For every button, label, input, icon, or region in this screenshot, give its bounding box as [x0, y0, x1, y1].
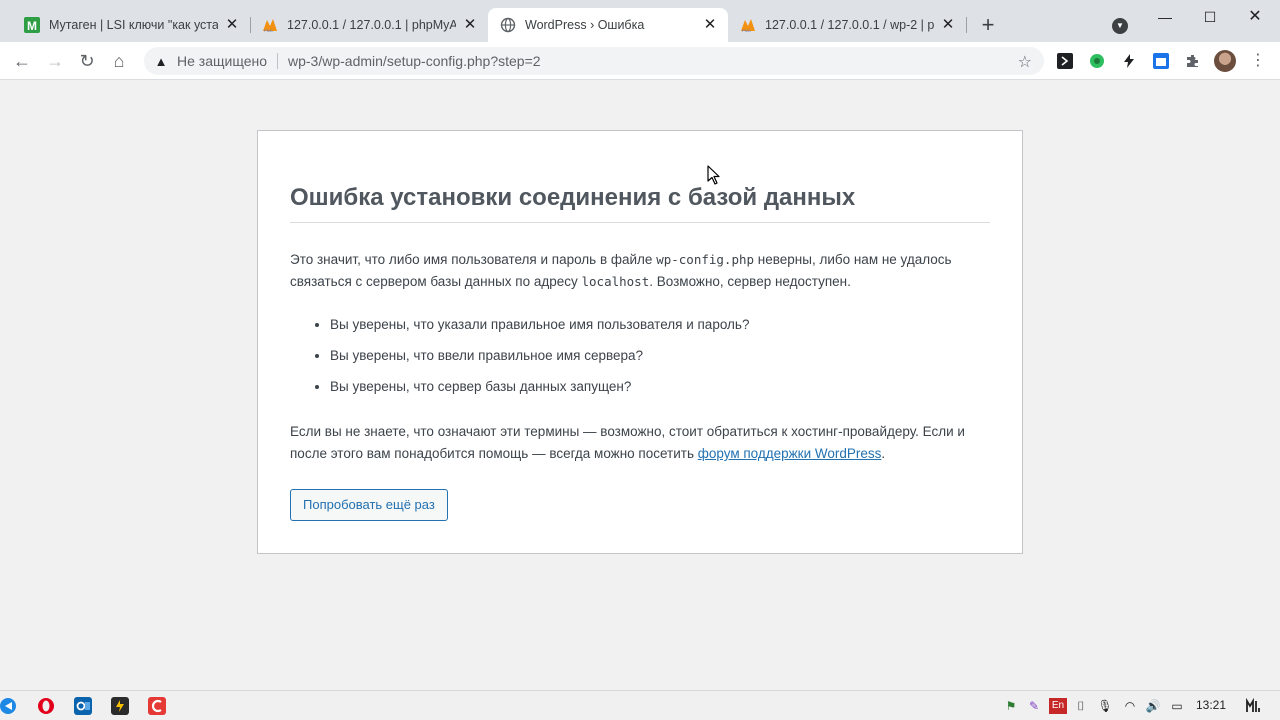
tab-mutagen[interactable]: M Мутаген | LSI ключи "как установить ✕	[12, 8, 251, 42]
outlook-icon[interactable]	[74, 697, 92, 715]
start-icon[interactable]	[0, 697, 18, 715]
description-text: Это значит, что либо имя пользователя и …	[290, 252, 657, 267]
opera-icon[interactable]	[37, 697, 55, 715]
terminal-app-icon[interactable]	[111, 697, 129, 715]
clock: 13:21	[1196, 698, 1227, 712]
minimize-icon[interactable]: —	[1150, 6, 1180, 28]
help-text: .	[881, 446, 886, 461]
home-icon[interactable]: ⌂	[107, 49, 131, 73]
error-description: Это значит, что либо имя пользователя и …	[290, 249, 990, 293]
checklist: Вы уверены, что указали правильное имя п…	[330, 315, 990, 397]
window-extension-icon[interactable]	[1153, 53, 1169, 69]
page-title: Ошибка установки соединения с базой данн…	[290, 184, 990, 223]
page-content: Ошибка установки соединения с базой данн…	[0, 80, 1280, 690]
pen-icon[interactable]: ✎	[1026, 698, 1042, 714]
evernote-icon[interactable]	[1089, 53, 1105, 69]
taskbar: ⚑ ✎ En ⌷ 🎙 ◠ 🔊 ▭ 13:21	[0, 690, 1280, 720]
new-tab-icon[interactable]: +	[976, 14, 1000, 38]
list-item: Вы уверены, что указали правильное имя п…	[330, 315, 990, 335]
close-icon[interactable]: ✕	[224, 17, 240, 33]
reload-icon[interactable]: ↻	[75, 49, 99, 73]
svg-text:PMA: PMA	[264, 28, 273, 33]
tab-wordpress-error[interactable]: WordPress › Ошибка ✕	[488, 8, 728, 42]
tab-strip: M Мутаген | LSI ключи "как установить ✕ …	[0, 0, 1280, 42]
support-forum-link[interactable]: форум поддержки WordPress	[698, 446, 882, 461]
language-indicator[interactable]: En	[1049, 698, 1067, 714]
puzzle-icon[interactable]	[1185, 53, 1201, 69]
tab-separator	[966, 17, 967, 33]
list-item: Вы уверены, что сервер базы данных запущ…	[330, 377, 990, 397]
browser-toolbar: ← → ↻ ⌂ ▲ Не защищено wp-3/wp-admin/setu…	[0, 42, 1280, 80]
back-arrow-icon[interactable]: ←	[10, 49, 34, 73]
tab-title: WordPress › Ошибка	[525, 18, 645, 32]
svg-text:M: M	[27, 19, 37, 33]
lightning-icon[interactable]	[1121, 53, 1137, 69]
wifi-icon[interactable]: ◠	[1122, 698, 1138, 714]
db-host: localhost	[581, 274, 650, 289]
forward-arrow-icon[interactable]: →	[43, 49, 67, 73]
maximize-icon[interactable]: ☐	[1195, 6, 1225, 28]
error-card: Ошибка установки соединения с базой данн…	[257, 130, 1023, 554]
mutagen-icon: M	[24, 17, 40, 33]
description-text: . Возможно, сервер недоступен.	[649, 274, 851, 289]
tab-search-icon[interactable]: ▼	[1112, 18, 1128, 34]
svg-text:PMA: PMA	[742, 28, 751, 33]
flag-icon[interactable]: ⚑	[1003, 698, 1019, 714]
bookmark-star-icon[interactable]: ☆	[1018, 52, 1032, 72]
help-paragraph: Если вы не знаете, что означают эти терм…	[290, 421, 990, 465]
omnibox-divider	[277, 53, 278, 69]
notifications-icon[interactable]	[1245, 698, 1261, 714]
list-item: Вы уверены, что ввели правильное имя сер…	[330, 346, 990, 366]
camtasia-icon[interactable]	[148, 697, 166, 715]
microphone-icon[interactable]: 🎙	[1097, 698, 1113, 714]
warning-triangle-icon[interactable]: ▲	[153, 54, 169, 69]
config-filename: wp-config.php	[656, 252, 755, 267]
close-icon[interactable]: ✕	[462, 17, 478, 33]
usb-icon[interactable]: ⌷	[1073, 698, 1089, 714]
retry-button[interactable]: Попробовать ещё раз	[290, 489, 448, 521]
menu-dots-icon[interactable]: ⋮	[1248, 49, 1268, 73]
tab-title: Мутаген | LSI ключи "как установить	[49, 18, 218, 32]
globe-icon	[500, 17, 516, 33]
tab-title: 127.0.0.1 / 127.0.0.1 / wp-2 | phpMyAdmi…	[765, 18, 934, 32]
window-close-icon[interactable]: ✕	[1240, 6, 1270, 28]
address-bar[interactable]: ▲ Не защищено wp-3/wp-admin/setup-config…	[144, 47, 1044, 75]
close-icon[interactable]: ✕	[702, 17, 718, 33]
tab-title: 127.0.0.1 / 127.0.0.1 | phpMyAdmin	[287, 18, 456, 32]
tab-phpmyadmin-1[interactable]: PMA 127.0.0.1 / 127.0.0.1 | phpMyAdmin ✕	[250, 8, 488, 42]
mouse-cursor-icon	[707, 165, 720, 185]
volume-icon[interactable]: 🔊	[1145, 698, 1161, 714]
phpmyadmin-icon: PMA	[262, 17, 278, 33]
url-text[interactable]: wp-3/wp-admin/setup-config.php?step=2	[288, 53, 541, 69]
phpmyadmin-icon: PMA	[740, 17, 756, 33]
security-label[interactable]: Не защищено	[177, 53, 267, 69]
avatar[interactable]	[1214, 50, 1236, 72]
tab-phpmyadmin-2[interactable]: PMA 127.0.0.1 / 127.0.0.1 / wp-2 | phpMy…	[728, 8, 967, 42]
close-icon[interactable]: ✕	[940, 17, 956, 33]
terminal-extension-icon[interactable]	[1057, 53, 1073, 69]
battery-icon[interactable]: ▭	[1169, 698, 1185, 714]
